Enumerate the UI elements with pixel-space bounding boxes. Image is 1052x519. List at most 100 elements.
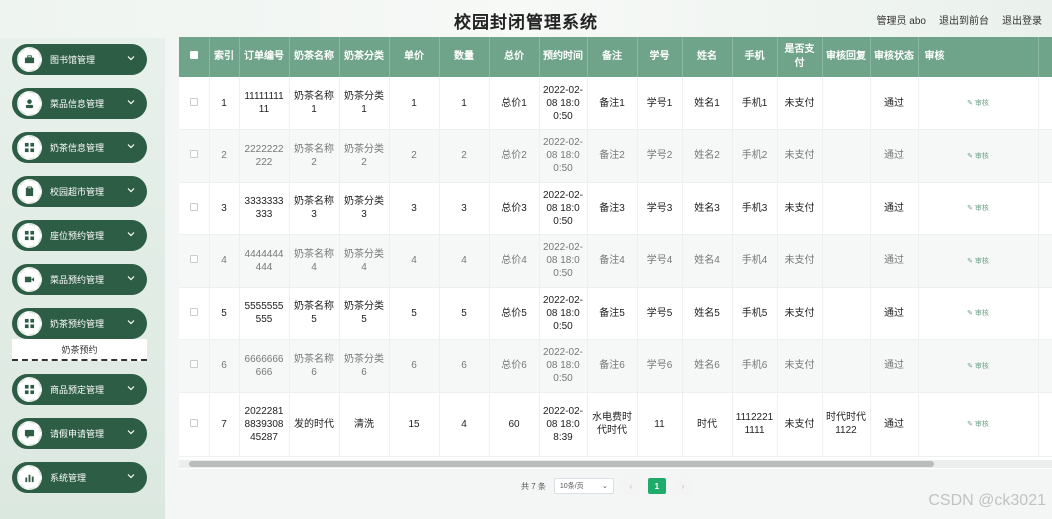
table-cell: 通过 <box>870 77 919 130</box>
table-cell: 未支付 <box>777 234 823 288</box>
column-header-actions <box>1038 37 1052 77</box>
sidebar-item-10[interactable]: 系统管理 <box>12 462 147 493</box>
row-select-cell <box>179 182 210 235</box>
row-checkbox[interactable] <box>189 97 198 106</box>
row-checkbox[interactable] <box>189 150 198 159</box>
table-cell: 2 <box>439 129 490 183</box>
sidebar-item-label: 系统管理 <box>50 473 87 483</box>
table-cell: 2022-02-08 18:00:50 <box>539 339 588 393</box>
table-cell: 奶茶分类3 <box>339 182 390 235</box>
page-size-select[interactable]: 10条/页 ⌄ <box>553 478 614 494</box>
row-checkbox[interactable] <box>189 255 198 264</box>
sidebar-item-label: 商品预定管理 <box>50 385 105 395</box>
table-cell: 奶茶名称4 <box>289 234 340 288</box>
sidebar-item-1[interactable]: 图书馆管理 <box>12 44 147 75</box>
table-cell: 奶茶名称2 <box>289 129 340 183</box>
sidebar-item-9[interactable]: 请假申请管理 <box>12 418 147 449</box>
table-row: 2 2222222222 奶茶名称2 奶茶分类2 2 2 总价2 2022-02-08 18:… <box>179 129 1052 183</box>
row-checkbox[interactable] <box>189 202 198 211</box>
submenu: 奶茶预约 <box>12 339 147 361</box>
table-cell: 奶茶分类6 <box>339 339 390 393</box>
table-cell: 学号5 <box>637 287 683 340</box>
column-header: 奶茶分类 <box>339 37 390 77</box>
grid-icon <box>17 377 42 402</box>
audit-link-label: 审核 <box>974 152 989 160</box>
table-cell: 3 <box>209 182 240 235</box>
table-cell: 总价1 <box>489 77 540 130</box>
column-header: 审核 <box>918 37 1039 77</box>
row-checkbox[interactable] <box>189 418 198 427</box>
scrollbar-thumb[interactable] <box>189 461 934 467</box>
sidebar-item-5[interactable]: 座位预约管理 <box>12 220 147 251</box>
row-select-cell <box>179 234 210 288</box>
sidebar-item-8[interactable]: 商品预定管理 <box>12 374 147 405</box>
table-cell: 5 <box>389 287 440 340</box>
goto-front-link[interactable]: 退出到前台 <box>939 12 989 27</box>
table-cell: 4 <box>389 234 440 288</box>
page-number-button[interactable]: 1 <box>647 478 666 494</box>
table-cell: 15 <box>389 392 440 457</box>
column-header: 预约时间 <box>539 37 588 77</box>
select-all-checkbox[interactable] <box>189 51 198 59</box>
table-cell: 1 <box>439 77 490 130</box>
column-header: 备注 <box>587 37 638 77</box>
audit-link[interactable]: ✎ 审核 <box>967 153 989 160</box>
table-cell: 总价3 <box>489 182 540 235</box>
sidebar-item-6[interactable]: 菜品预约管理 <box>12 264 147 295</box>
table-cell: 未支付 <box>777 77 823 130</box>
table-cell: 手机6 <box>732 339 778 393</box>
header-actions: 管理员 abo 退出到前台 退出登录 <box>877 12 1042 27</box>
table-cell: 时代 <box>682 392 733 457</box>
audit-cell: ✎ 审核 <box>918 339 1039 393</box>
sidebar-item-4[interactable]: 校园超市管理 <box>12 176 147 207</box>
table-cell: 3 <box>389 182 440 235</box>
table-cell: 姓名6 <box>682 339 733 393</box>
actions-cell: ▤详 <box>1038 287 1052 340</box>
table-row: 5 5555555555 奶茶名称5 奶茶分类5 5 5 总价5 2022-02-08 18:… <box>179 287 1052 340</box>
horizontal-scrollbar[interactable] <box>179 460 1052 468</box>
column-header: 索引 <box>209 37 240 77</box>
sidebar-item-7[interactable]: 奶茶预约管理 <box>12 308 147 339</box>
prev-page-button[interactable]: ‹ <box>621 478 640 494</box>
audit-link[interactable]: ✎ 审核 <box>967 421 989 428</box>
audit-link[interactable]: ✎ 审核 <box>967 258 989 265</box>
table-cell: 未支付 <box>777 392 823 457</box>
table-cell: 6 <box>209 339 240 393</box>
table-cell: 总价2 <box>489 129 540 183</box>
audit-link[interactable]: ✎ 审核 <box>967 310 989 317</box>
table-cell: 学号6 <box>637 339 683 393</box>
sidebar-item-3[interactable]: 奶茶信息管理 <box>12 132 147 163</box>
table-cell: 奶茶分类5 <box>339 287 390 340</box>
submenu-item-milktea-booking[interactable]: 奶茶预约 <box>12 339 147 361</box>
table-cell: 4 <box>209 234 240 288</box>
row-select-cell <box>179 392 210 457</box>
audit-link[interactable]: ✎ 审核 <box>967 100 989 107</box>
table-cell: 1111111111 <box>239 77 290 130</box>
audit-link-label: 审核 <box>974 421 989 428</box>
table-cell: 姓名4 <box>682 234 733 288</box>
logout-link[interactable]: 退出登录 <box>1002 12 1042 27</box>
table-cell: 手机5 <box>732 287 778 340</box>
chevron-down-icon <box>127 144 135 149</box>
table-cell: 未支付 <box>777 339 823 393</box>
table-cell: 1 <box>209 77 240 130</box>
row-checkbox[interactable] <box>189 307 198 316</box>
sidebar-item-label: 图书馆管理 <box>50 55 96 65</box>
table-cell: 奶茶名称5 <box>289 287 340 340</box>
sidebar-item-2[interactable]: 菜品信息管理 <box>12 88 147 119</box>
table-cell: 2 <box>389 129 440 183</box>
row-checkbox[interactable] <box>189 360 198 369</box>
audit-link[interactable]: ✎ 审核 <box>967 363 989 370</box>
next-page-button[interactable]: › <box>673 478 692 494</box>
chevron-down-icon <box>127 276 135 281</box>
chevron-down-icon <box>127 100 135 105</box>
sidebar-item-label: 校园超市管理 <box>50 187 105 197</box>
chevron-down-icon <box>127 386 135 391</box>
table-cell: 学号3 <box>637 182 683 235</box>
chevron-down-icon <box>127 320 135 325</box>
chevron-down-icon: ⌄ <box>602 483 608 490</box>
table-cell: 学号1 <box>637 77 683 130</box>
audit-link[interactable]: ✎ 审核 <box>967 205 989 212</box>
table-cell: 2022-02-08 18:00:50 <box>539 77 588 130</box>
column-header: 审核状态 <box>870 37 919 77</box>
